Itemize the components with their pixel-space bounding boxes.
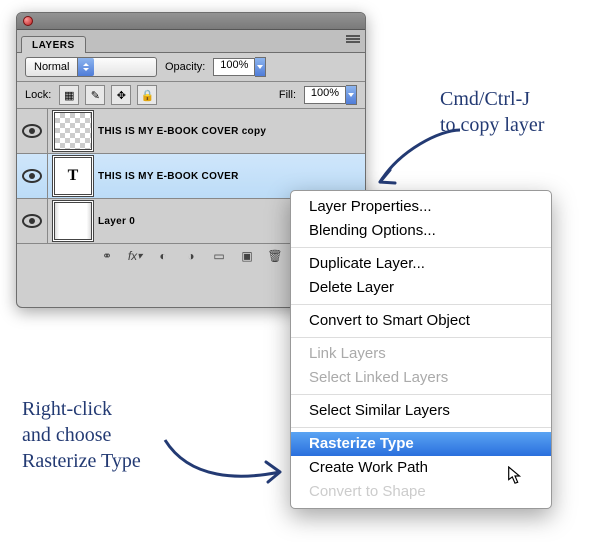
fill-value[interactable]: 100%	[304, 86, 346, 104]
menu-link-layers: Link Layers	[291, 342, 551, 366]
trash-icon[interactable]: 🗑	[268, 249, 282, 263]
menu-select-similar[interactable]: Select Similar Layers	[291, 399, 551, 423]
opacity-label: Opacity:	[165, 61, 205, 73]
chevron-down-icon[interactable]	[346, 85, 357, 105]
annotation-arrow-icon	[160, 430, 290, 490]
group-icon[interactable]: ▭	[212, 249, 226, 263]
mask-icon[interactable]: ◐	[156, 249, 170, 263]
layer-name[interactable]: THIS IS MY E-BOOK COVER copy	[98, 126, 266, 137]
menu-select-linked: Select Linked Layers	[291, 366, 551, 390]
context-menu: Layer Properties... Blending Options... …	[290, 190, 552, 509]
lock-paint-icon[interactable]: ✎	[85, 85, 105, 105]
blend-mode-value: Normal	[26, 61, 77, 73]
lock-label: Lock:	[25, 89, 51, 101]
opacity-field[interactable]: 100%	[213, 57, 266, 77]
lock-all-icon[interactable]: 🔒	[137, 85, 157, 105]
menu-delete-layer[interactable]: Delete Layer	[291, 276, 551, 300]
menu-separator	[291, 394, 551, 395]
blend-mode-select[interactable]: Normal	[25, 57, 157, 77]
menu-separator	[291, 247, 551, 248]
menu-separator	[291, 304, 551, 305]
chevron-down-icon[interactable]	[255, 57, 266, 77]
menu-separator	[291, 337, 551, 338]
close-icon[interactable]	[23, 16, 33, 26]
menu-separator	[291, 427, 551, 428]
layer-thumbnail[interactable]	[54, 202, 92, 240]
cursor-pointer-icon	[506, 466, 524, 486]
layer-thumbnail[interactable]	[54, 112, 92, 150]
menu-rasterize-type[interactable]: Rasterize Type	[291, 432, 551, 456]
layer-name[interactable]: Layer 0	[98, 216, 135, 227]
visibility-toggle[interactable]	[17, 199, 48, 243]
opacity-value[interactable]: 100%	[213, 58, 255, 76]
layer-row[interactable]: THIS IS MY E-BOOK COVER copy	[17, 109, 365, 154]
eye-icon	[22, 169, 42, 183]
tab-layers[interactable]: LAYERS	[21, 36, 86, 53]
annotation-rasterize: Right-click and choose Rasterize Type	[22, 396, 141, 474]
adjust-icon[interactable]: ◑	[184, 249, 198, 263]
menu-duplicate-layer[interactable]: Duplicate Layer...	[291, 252, 551, 276]
eye-icon	[22, 124, 42, 138]
lock-move-icon[interactable]: ✥	[111, 85, 131, 105]
chevron-updown-icon[interactable]	[77, 58, 94, 76]
fx-icon[interactable]: fx▾	[128, 249, 142, 263]
menu-convert-smart[interactable]: Convert to Smart Object	[291, 309, 551, 333]
layer-name[interactable]: THIS IS MY E-BOOK COVER	[98, 171, 239, 182]
fill-label: Fill:	[279, 89, 296, 101]
new-icon[interactable]: ▣	[240, 249, 254, 263]
lock-transparency-icon[interactable]: ▦	[59, 85, 79, 105]
blend-opacity-row: Normal Opacity: 100%	[17, 53, 365, 82]
lock-fill-row: Lock: ▦ ✎ ✥ 🔒 Fill: 100%	[17, 82, 365, 109]
layer-thumbnail[interactable]: T	[54, 157, 92, 195]
panel-menu-icon[interactable]	[346, 33, 360, 45]
annotation-arrow-icon	[370, 120, 470, 200]
visibility-toggle[interactable]	[17, 154, 48, 198]
panel-tab-bar: LAYERS	[17, 30, 365, 53]
panel-titlebar[interactable]	[17, 13, 365, 30]
eye-icon	[22, 214, 42, 228]
menu-blending-options[interactable]: Blending Options...	[291, 219, 551, 243]
visibility-toggle[interactable]	[17, 109, 48, 153]
fill-field[interactable]: 100%	[304, 85, 357, 105]
link-icon[interactable]: ⚭	[100, 249, 114, 263]
